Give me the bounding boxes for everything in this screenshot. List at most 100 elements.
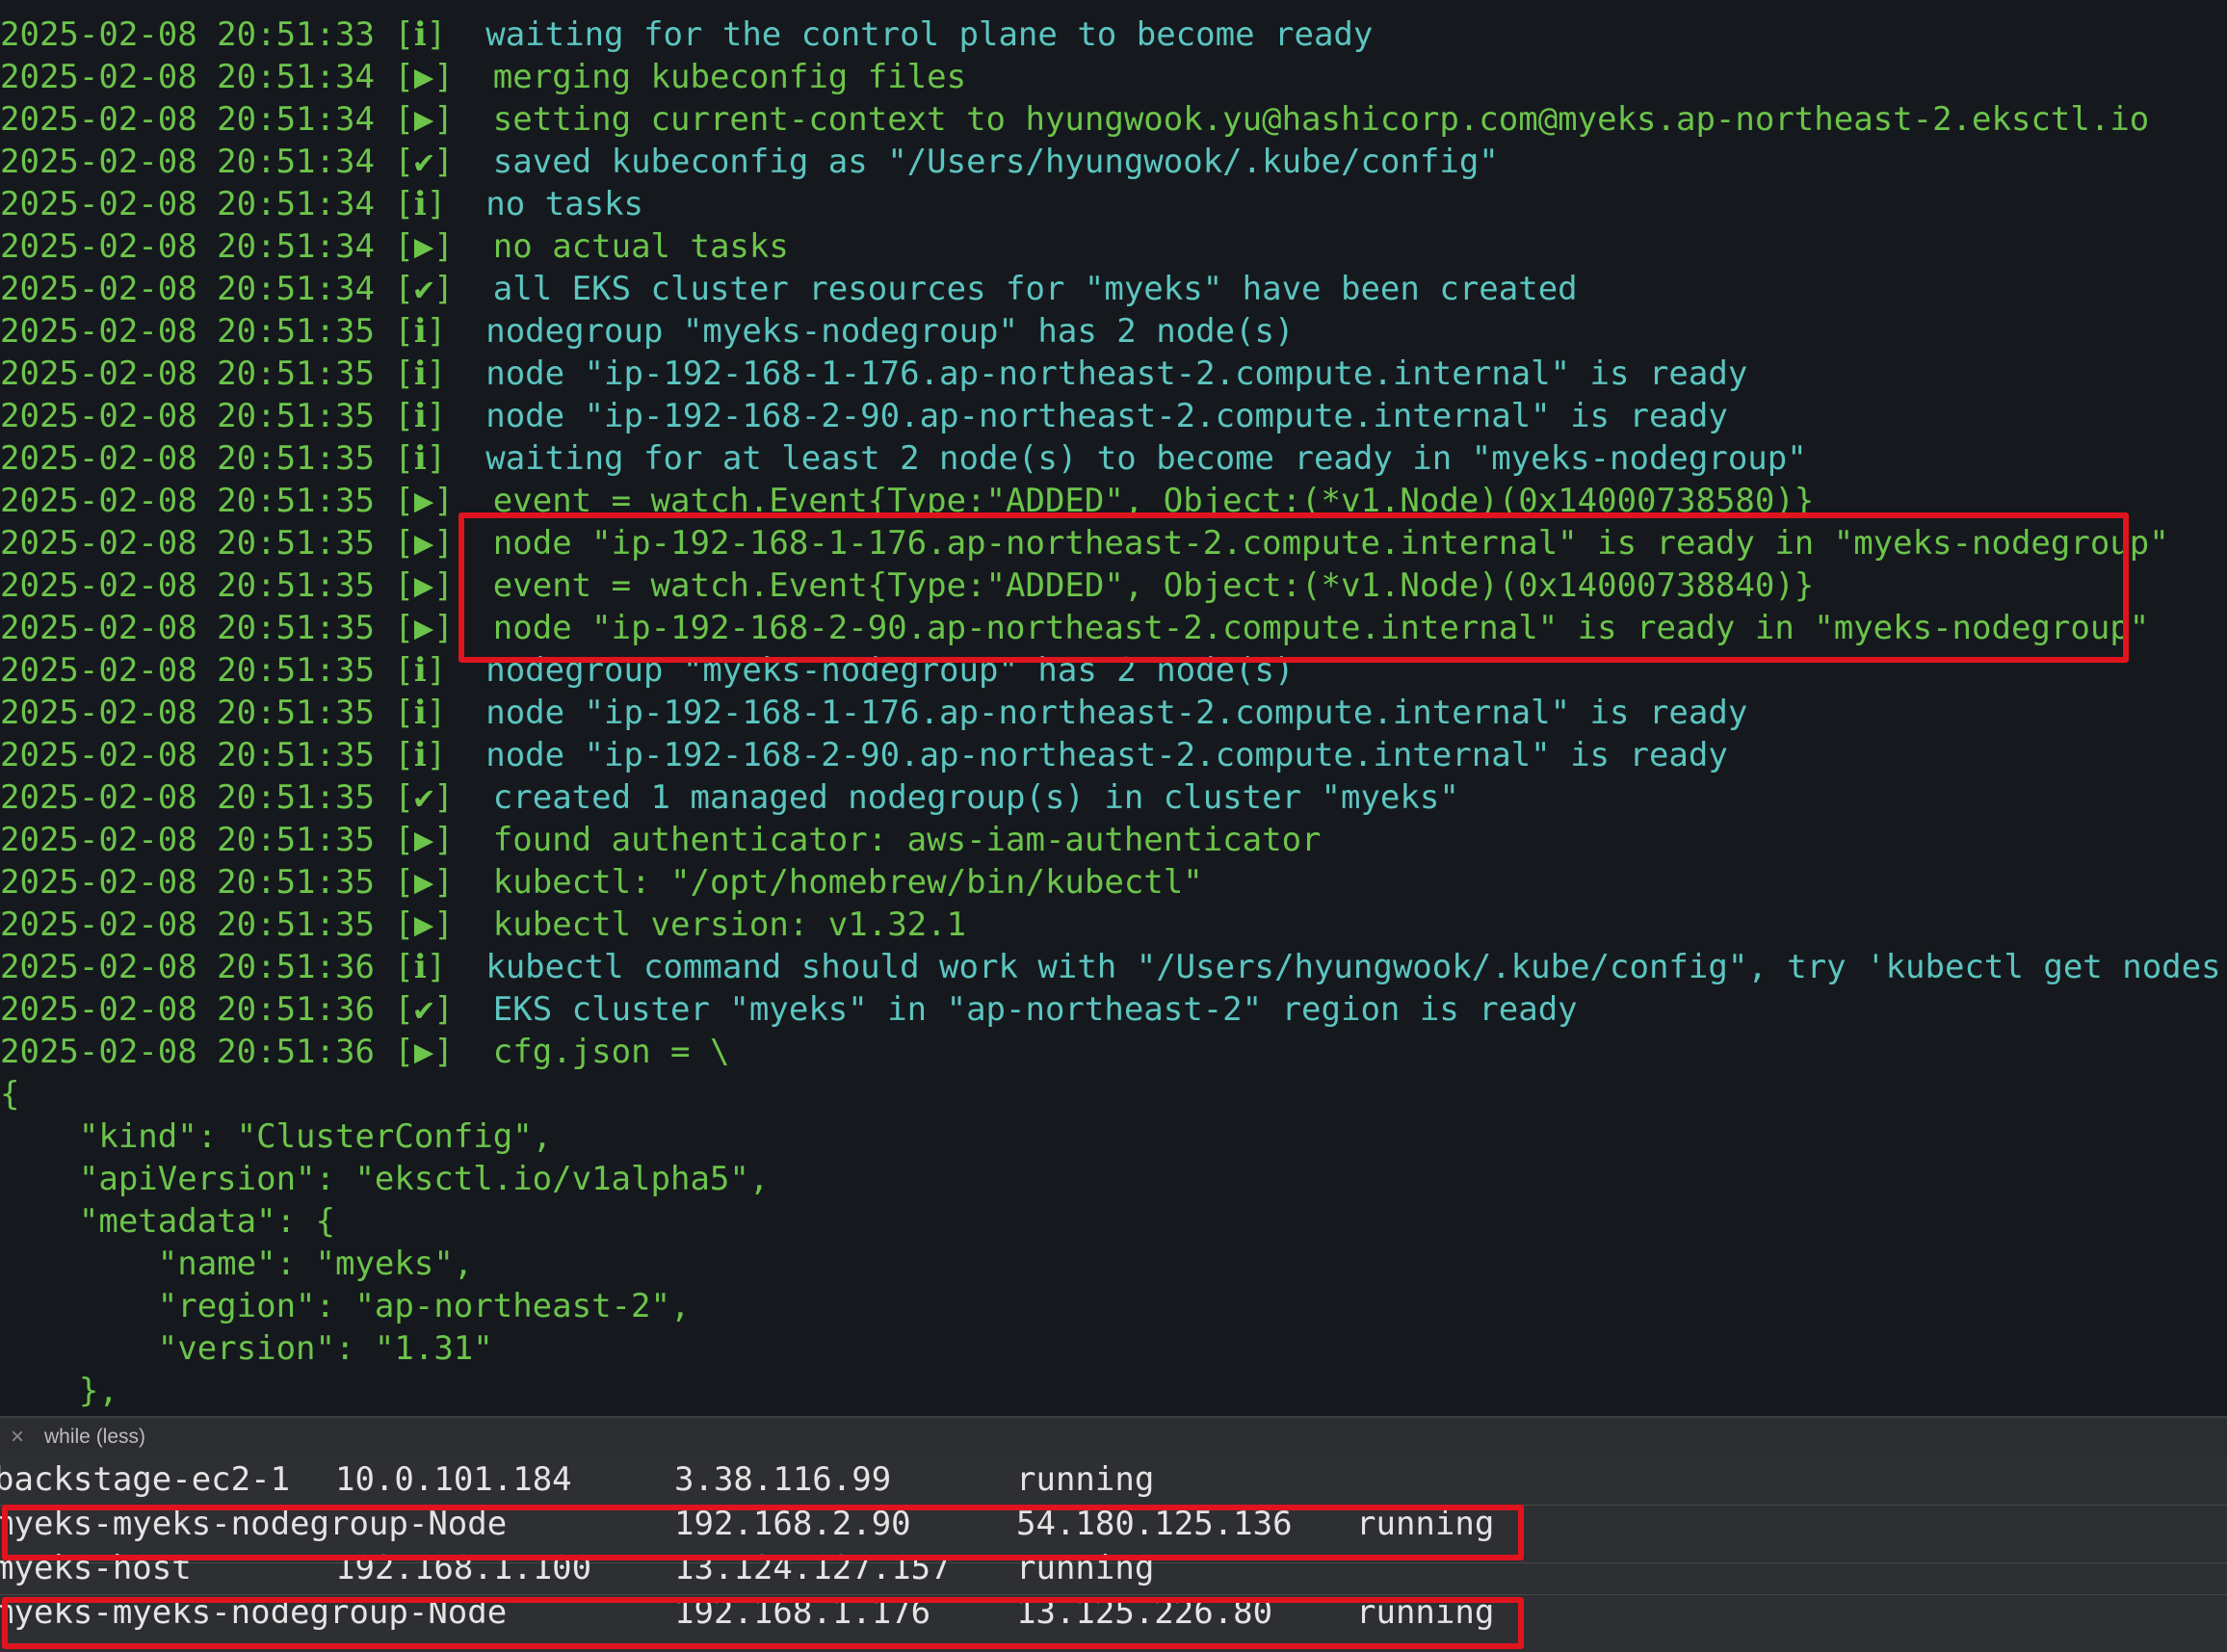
pane-title-bar: × while (less) [0, 1418, 2227, 1456]
instance-row[interactable]: myeks-host 192.168.1.100 13.124.127.157 run… [0, 1547, 2227, 1589]
log-message: setting current-context to hyungwook.yu@… [492, 100, 2150, 139]
log-timestamp: 2025-02-08 20:51:35 [0, 736, 375, 774]
log-timestamp: 2025-02-08 20:51:35 [0, 821, 375, 859]
log-line: 2025-02-08 20:51:36 [▶] cfg.json = \ [0, 1031, 2227, 1073]
log-timestamp: 2025-02-08 20:51:35 [0, 482, 375, 520]
log-message: node "ip-192-168-2-90.ap-northeast-2.com… [485, 397, 1728, 435]
log-level-icon: [▶] [394, 58, 454, 96]
instance-state: running [1356, 1593, 1495, 1632]
log-line: 2025-02-08 20:51:35 [ℹ] nodegroup "myeks… [0, 649, 2227, 692]
log-timestamp: 2025-02-08 20:51:35 [0, 354, 375, 393]
log-line: 2025-02-08 20:51:35 [✔] created 1 manage… [0, 776, 2227, 819]
instance-public-ip: 54.180.125.136 [1016, 1505, 1293, 1543]
log-timestamp: 2025-02-08 20:51:35 [0, 566, 375, 605]
log-timestamp: 2025-02-08 20:51:34 [0, 100, 375, 139]
log-timestamp: 2025-02-08 20:51:35 [0, 651, 375, 690]
log-level-icon: [▶] [394, 609, 454, 647]
terminal-output[interactable]: 2025-02-08 20:51:33 [ℹ] waiting for the … [0, 0, 2227, 1416]
instances-pane[interactable]: backstage-ec2-1 10.0.101.184 3.38.116.99 ru… [0, 1456, 2227, 1652]
log-level-icon: [ℹ] [394, 736, 447, 774]
log-level-icon: [▶] [394, 227, 454, 266]
log-level-icon: [▶] [394, 821, 454, 859]
instance-row[interactable]: myeks-myeks-nodegroup-Node 192.168.1.176 1… [0, 1591, 2227, 1634]
log-message: merging kubeconfig files [492, 58, 967, 96]
log-line: 2025-02-08 20:51:35 [ℹ] node "ip-192-168… [0, 395, 2227, 437]
log-timestamp: 2025-02-08 20:51:34 [0, 185, 375, 223]
instance-private-ip: 192.168.1.100 [335, 1549, 592, 1587]
log-timestamp: 2025-02-08 20:51:35 [0, 905, 375, 944]
log-message: saved kubeconfig as "/Users/hyungwook/.k… [492, 143, 1499, 181]
instance-state: running [1016, 1460, 1155, 1499]
log-line: 2025-02-08 20:51:35 [ℹ] node "ip-192-168… [0, 353, 2227, 395]
log-level-icon: [▶] [394, 100, 454, 139]
log-message: node "ip-192-168-1-176.ap-northeast-2.co… [485, 694, 1748, 732]
log-line: 2025-02-08 20:51:35 [▶] event = watch.Ev… [0, 480, 2227, 522]
instance-public-ip: 13.124.127.157 [674, 1549, 951, 1587]
log-line: 2025-02-08 20:51:35 [▶] kubectl version:… [0, 904, 2227, 946]
instance-name: myeks-myeks-nodegroup-Node [0, 1505, 508, 1543]
log-message: found authenticator: aws-iam-authenticat… [492, 821, 1322, 859]
log-message: node "ip-192-168-1-176.ap-northeast-2.co… [492, 524, 2169, 563]
log-message: node "ip-192-168-2-90.ap-northeast-2.com… [485, 736, 1728, 774]
log-level-icon: [ℹ] [394, 694, 447, 732]
log-line: 2025-02-08 20:51:35 [ℹ] node "ip-192-168… [0, 692, 2227, 734]
log-level-icon: [ℹ] [394, 397, 447, 435]
instance-private-ip: 10.0.101.184 [335, 1460, 572, 1499]
log-message: waiting for at least 2 node(s) to become… [485, 439, 1807, 478]
log-line: 2025-02-08 20:51:35 [▶] found authentica… [0, 819, 2227, 861]
log-message: cfg.json = \ [492, 1033, 730, 1071]
log-message: event = watch.Event{Type:"ADDED", Object… [492, 566, 1815, 605]
log-line: 2025-02-08 20:51:34 [▶] merging kubeconf… [0, 56, 2227, 98]
log-line: 2025-02-08 20:51:35 [ℹ] nodegroup "myeks… [0, 310, 2227, 353]
instance-public-ip: 13.125.226.80 [1016, 1593, 1273, 1632]
log-line: 2025-02-08 20:51:36 [✔] EKS cluster "mye… [0, 988, 2227, 1031]
log-line: 2025-02-08 20:51:34 [▶] setting current-… [0, 98, 2227, 141]
log-timestamp: 2025-02-08 20:51:33 [0, 15, 375, 54]
log-timestamp: 2025-02-08 20:51:34 [0, 58, 375, 96]
log-timestamp: 2025-02-08 20:51:36 [0, 990, 375, 1029]
json-line: "name": "myeks", [0, 1245, 474, 1283]
close-icon[interactable]: × [6, 1418, 29, 1456]
instance-row[interactable]: backstage-ec2-1 10.0.101.184 3.38.116.99 ru… [0, 1458, 2227, 1501]
log-lines: 2025-02-08 20:51:33 [ℹ] waiting for the … [0, 13, 2227, 1412]
log-level-icon: [ℹ] [394, 651, 447, 690]
instance-row[interactable]: myeks-myeks-nodegroup-Node 192.168.2.90 54… [0, 1503, 2227, 1545]
log-message: created 1 managed nodegroup(s) in cluste… [492, 778, 1459, 817]
pane-title: while (less) [44, 1426, 146, 1448]
log-level-icon: [▶] [394, 905, 454, 944]
log-line: 2025-02-08 20:51:35 [ℹ] waiting for at l… [0, 437, 2227, 480]
log-message: nodegroup "myeks-nodegroup" has 2 node(s… [485, 312, 1295, 351]
log-line: 2025-02-08 20:51:35 [▶] node "ip-192-168… [0, 607, 2227, 649]
log-level-icon: [▶] [394, 566, 454, 605]
instance-name: myeks-host [0, 1549, 192, 1587]
log-level-icon: [✔] [394, 143, 454, 181]
log-message: node "ip-192-168-2-90.ap-northeast-2.com… [492, 609, 2150, 647]
log-level-icon: [ℹ] [394, 354, 447, 393]
log-timestamp: 2025-02-08 20:51:34 [0, 227, 375, 266]
log-level-icon: [▶] [394, 524, 454, 563]
log-timestamp: 2025-02-08 20:51:35 [0, 609, 375, 647]
log-timestamp: 2025-02-08 20:51:35 [0, 439, 375, 478]
log-level-icon: [▶] [394, 482, 454, 520]
instance-private-ip: 192.168.1.176 [674, 1593, 931, 1632]
log-line: 2025-02-08 20:51:35 [▶] kubectl: "/opt/h… [0, 861, 2227, 904]
instance-name: myeks-myeks-nodegroup-Node [0, 1593, 508, 1632]
log-timestamp: 2025-02-08 20:51:35 [0, 778, 375, 817]
log-timestamp: 2025-02-08 20:51:35 [0, 312, 375, 351]
log-level-icon: [▶] [394, 863, 454, 902]
log-timestamp: 2025-02-08 20:51:34 [0, 143, 375, 181]
log-message: waiting for the control plane to become … [485, 15, 1374, 54]
log-level-icon: [▶] [394, 1033, 454, 1071]
log-level-icon: [ℹ] [394, 312, 447, 351]
json-line: "version": "1.31" [0, 1329, 493, 1368]
log-timestamp: 2025-02-08 20:51:35 [0, 524, 375, 563]
log-timestamp: 2025-02-08 20:51:35 [0, 863, 375, 902]
log-line: 2025-02-08 20:51:34 [▶] no actual tasks [0, 225, 2227, 268]
instance-state: running [1356, 1505, 1495, 1543]
log-message: kubectl: "/opt/homebrew/bin/kubectl" [492, 863, 1203, 902]
log-level-icon: [✔] [394, 778, 454, 817]
json-line: "region": "ap-northeast-2", [0, 1287, 691, 1325]
instance-state: running [1016, 1549, 1155, 1587]
json-line: "apiVersion": "eksctl.io/v1alpha5", [0, 1160, 770, 1198]
log-line: 2025-02-08 20:51:33 [ℹ] waiting for the … [0, 13, 2227, 56]
